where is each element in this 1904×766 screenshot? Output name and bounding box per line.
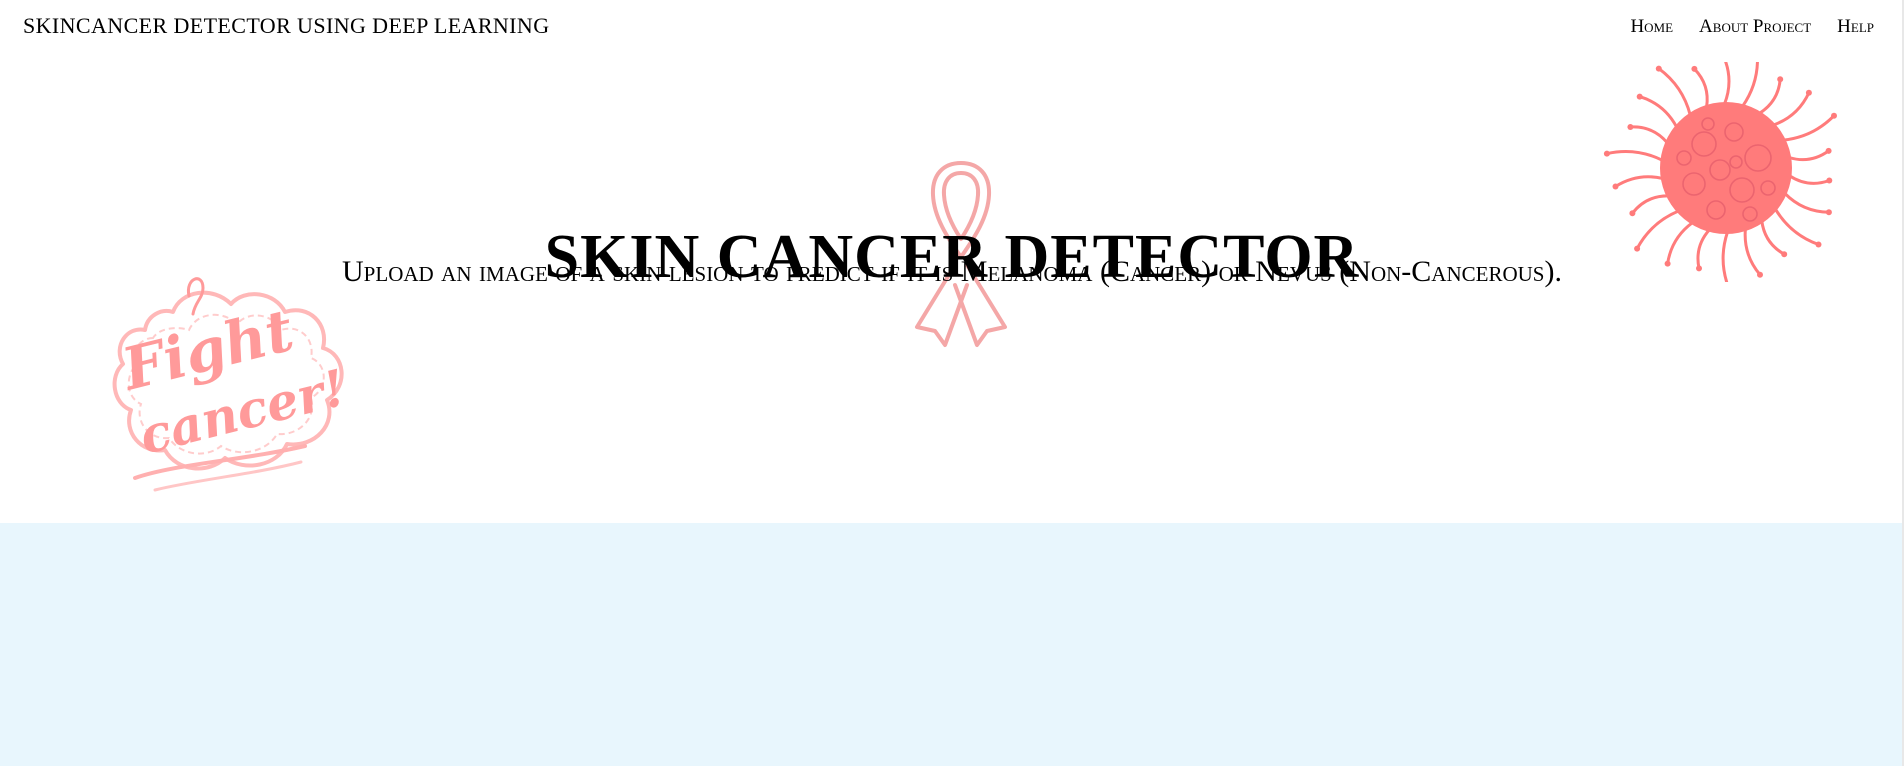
fight-cancer-sticker: Fight cancer!: [112, 277, 351, 492]
page-subtitle: Upload an image of a skin lesion to pred…: [342, 255, 1562, 288]
nav-help[interactable]: Help: [1837, 16, 1874, 38]
site-brand[interactable]: SKINCANCER DETECTOR USING DEEP LEARNING: [23, 13, 550, 39]
nav-about-project[interactable]: About Project: [1699, 16, 1811, 38]
nav-home[interactable]: Home: [1630, 16, 1673, 38]
upload-section: [0, 523, 1904, 766]
hero-section: SKINCANCER DETECTOR USING DEEP LEARNING …: [0, 0, 1904, 523]
top-nav: Home About Project Help: [1630, 16, 1874, 38]
